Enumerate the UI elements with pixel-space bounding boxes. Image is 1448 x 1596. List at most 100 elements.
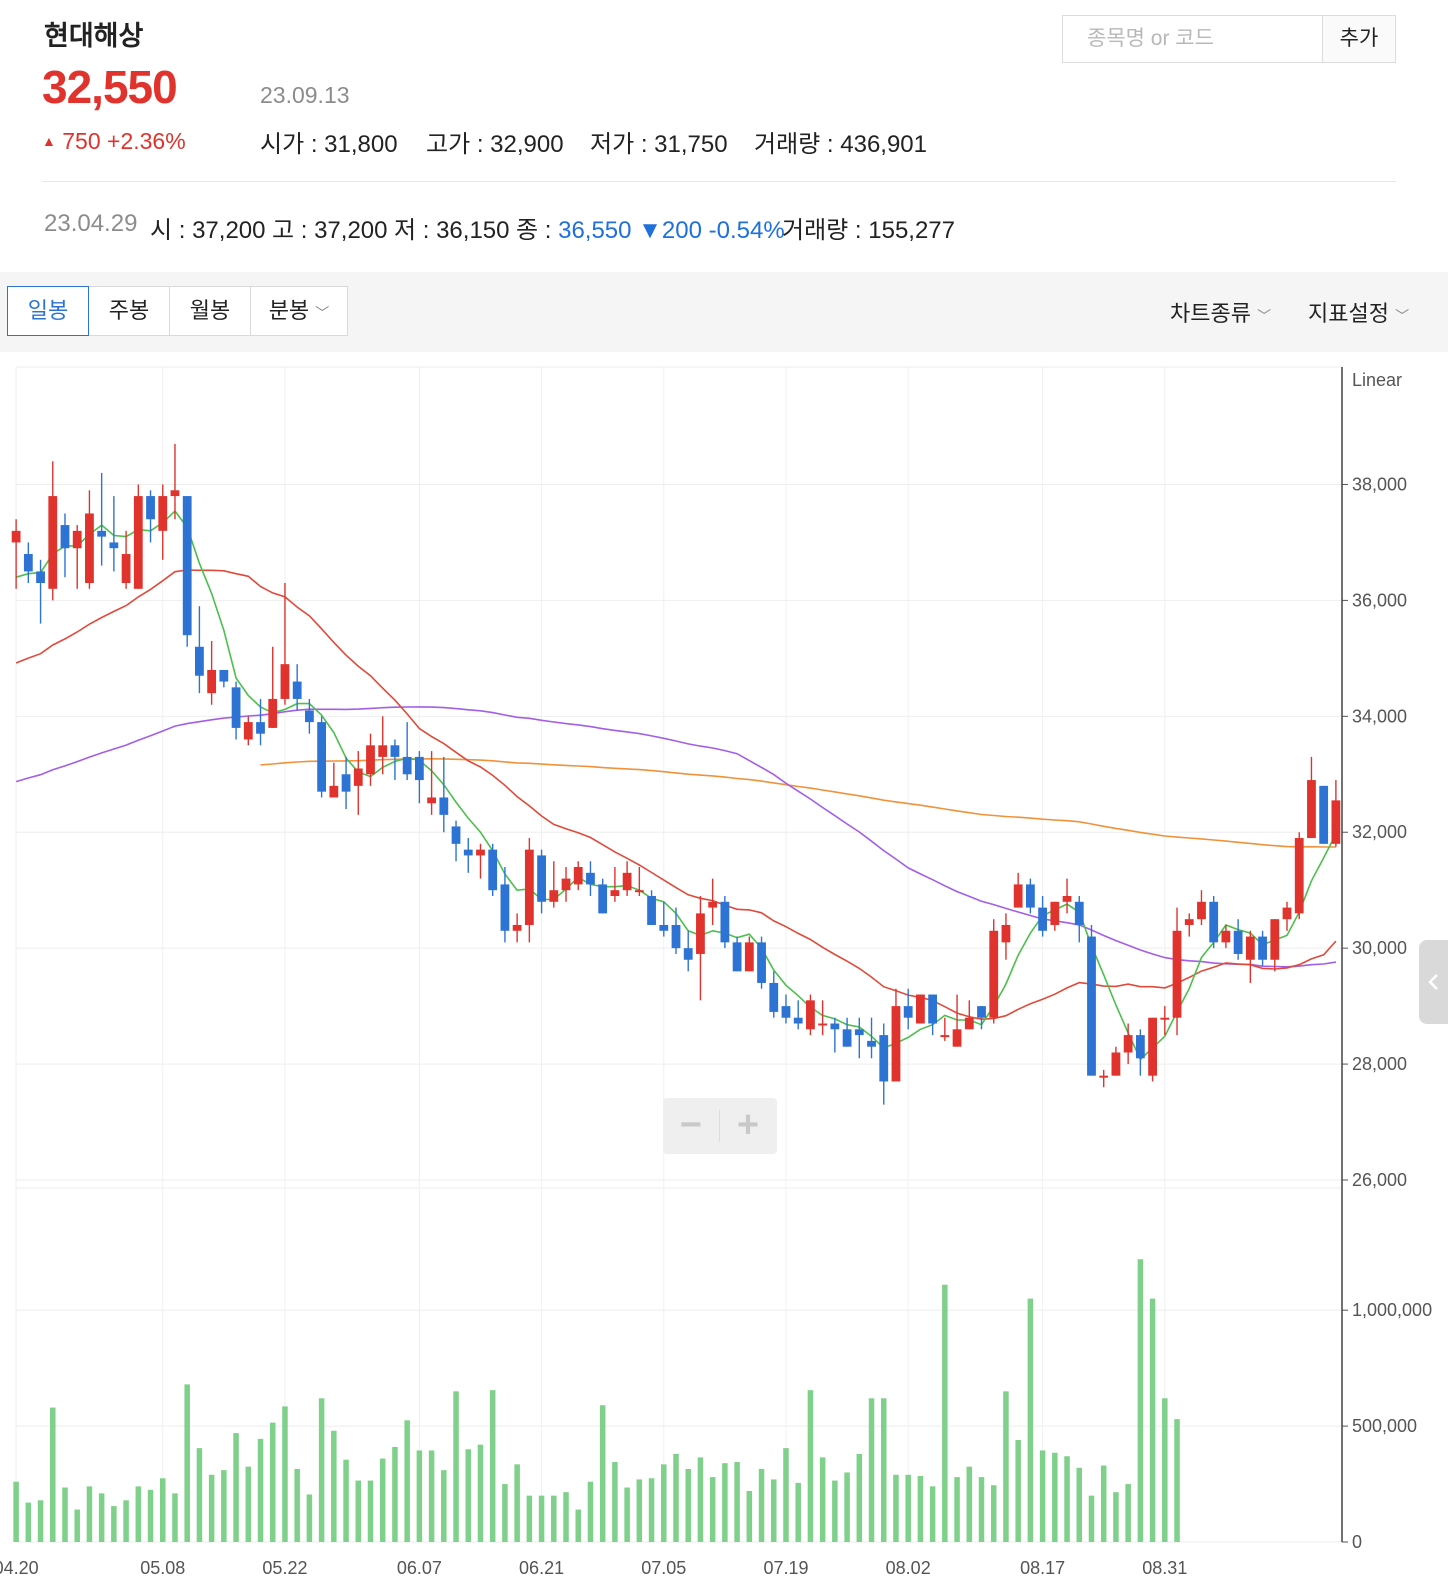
volume-bar [318, 1398, 325, 1542]
history-volume: 거래량 : 155,277 [782, 217, 955, 244]
volume-tick-label: 1,000,000 [1352, 1300, 1432, 1320]
x-tick-label: 07.05 [641, 1558, 686, 1578]
candle-body [647, 895, 656, 925]
volume-bar [196, 1448, 203, 1542]
zoom-out-button[interactable]: − [663, 1098, 719, 1154]
candle-body [1111, 1052, 1121, 1076]
candle-body [867, 1040, 876, 1047]
volume-bar [1076, 1467, 1083, 1542]
tab-daily[interactable]: 일봉 [7, 286, 89, 336]
candle-body [964, 1017, 974, 1030]
candle-body [23, 554, 33, 572]
volume-bar [648, 1478, 655, 1542]
volume-bar [587, 1481, 594, 1542]
candle-body [243, 722, 253, 740]
add-button[interactable]: 추가 [1322, 16, 1395, 62]
zoom-in-button[interactable]: + [720, 1098, 776, 1154]
volume-bar [942, 1284, 948, 1542]
candle-body [1135, 1035, 1145, 1059]
candle-body [769, 982, 779, 1012]
tab-minute[interactable]: 분봉 ﹀ [250, 286, 348, 336]
search-input[interactable] [1063, 16, 1325, 62]
candle-body [708, 901, 718, 908]
volume-bar [722, 1463, 728, 1542]
volume-bar [746, 1491, 753, 1542]
volume-bar [453, 1391, 459, 1542]
volume-bar [392, 1446, 398, 1542]
minus-icon: − [679, 1104, 703, 1146]
candle-body [1282, 907, 1292, 920]
volume-bar [477, 1444, 484, 1542]
volume-bar [1064, 1456, 1070, 1542]
volume-bar [172, 1493, 178, 1542]
volume-bar [13, 1481, 19, 1542]
volume-bar [62, 1487, 68, 1542]
volume-bar [685, 1468, 691, 1542]
x-tick-label: 08.17 [1020, 1558, 1065, 1578]
chart-type-dropdown[interactable]: 차트종류 ﹀ [1170, 296, 1271, 328]
candle-body [1258, 936, 1267, 960]
candle-body [1319, 785, 1329, 844]
candle-body [402, 756, 412, 775]
volume-bar [954, 1477, 960, 1542]
x-tick-label: 08.31 [1142, 1558, 1187, 1578]
volume-bar [673, 1453, 679, 1542]
stock-search: 추가 [1062, 15, 1396, 63]
candle-body [891, 1006, 901, 1082]
tab-weekly[interactable]: 주봉 [88, 286, 170, 336]
volume-bar [331, 1430, 337, 1542]
volume-bar [526, 1495, 533, 1542]
history-close-label: 종 : [516, 217, 552, 244]
tab-monthly[interactable]: 월봉 [169, 286, 251, 336]
candle-body [683, 948, 693, 960]
x-tick-label: 05.22 [262, 1558, 307, 1578]
volume-bar [832, 1480, 838, 1542]
candle-body [48, 496, 58, 589]
candle-body [329, 785, 339, 798]
volume-bar [807, 1390, 814, 1542]
price-change-value: 750 +2.36% [62, 128, 186, 154]
candle-body [537, 855, 546, 902]
candle-body [97, 530, 107, 537]
candle-body [72, 530, 82, 549]
volume-bar [966, 1466, 973, 1542]
y-tick-label: 28,000 [1352, 1054, 1407, 1074]
volume-bar [355, 1480, 362, 1542]
candle-body [622, 872, 632, 891]
candle-body [182, 496, 192, 636]
volume-bar [428, 1450, 435, 1542]
volume-bar [343, 1459, 349, 1542]
candle-body [390, 745, 400, 757]
indicator-settings-dropdown[interactable]: 지표설정 ﹀ [1308, 296, 1409, 328]
plus-icon: + [736, 1104, 760, 1146]
x-tick-label: 07.19 [763, 1558, 808, 1578]
candle-body [842, 1029, 852, 1047]
candle-body [195, 646, 204, 676]
candle-body [1184, 919, 1194, 925]
x-tick-label: 05.08 [140, 1558, 185, 1578]
ma5-line [15, 509, 1337, 1061]
price-chart[interactable]: 04.20 05.08 05.22 06.07 06.21 07.05 07.19 08.02… [0, 352, 1448, 1596]
candle-body [1099, 1075, 1109, 1078]
volume-bar [551, 1495, 557, 1542]
volume-bar [367, 1480, 374, 1542]
chart-type-label: 차트종류 [1170, 301, 1251, 326]
candle-body [317, 722, 327, 792]
volume-bar [147, 1489, 154, 1542]
volume-bar [624, 1487, 630, 1542]
volume-bar [893, 1474, 899, 1542]
volume-tick-label: 0 [1352, 1532, 1362, 1552]
volume-bar [856, 1453, 863, 1542]
side-panel-toggle[interactable] [1419, 940, 1448, 1024]
volume-bar [1088, 1495, 1095, 1542]
history-open: 시 : 37,200 [150, 217, 266, 244]
candle-body [903, 1006, 913, 1018]
volume-bar [661, 1464, 667, 1542]
candle-body [744, 942, 754, 972]
y-tick-label: 26,000 [1352, 1170, 1407, 1190]
candle-body [488, 849, 498, 891]
candle-body [280, 664, 290, 699]
candle-body [1062, 895, 1072, 902]
candle-body [1233, 930, 1243, 954]
candle-body [158, 496, 168, 531]
